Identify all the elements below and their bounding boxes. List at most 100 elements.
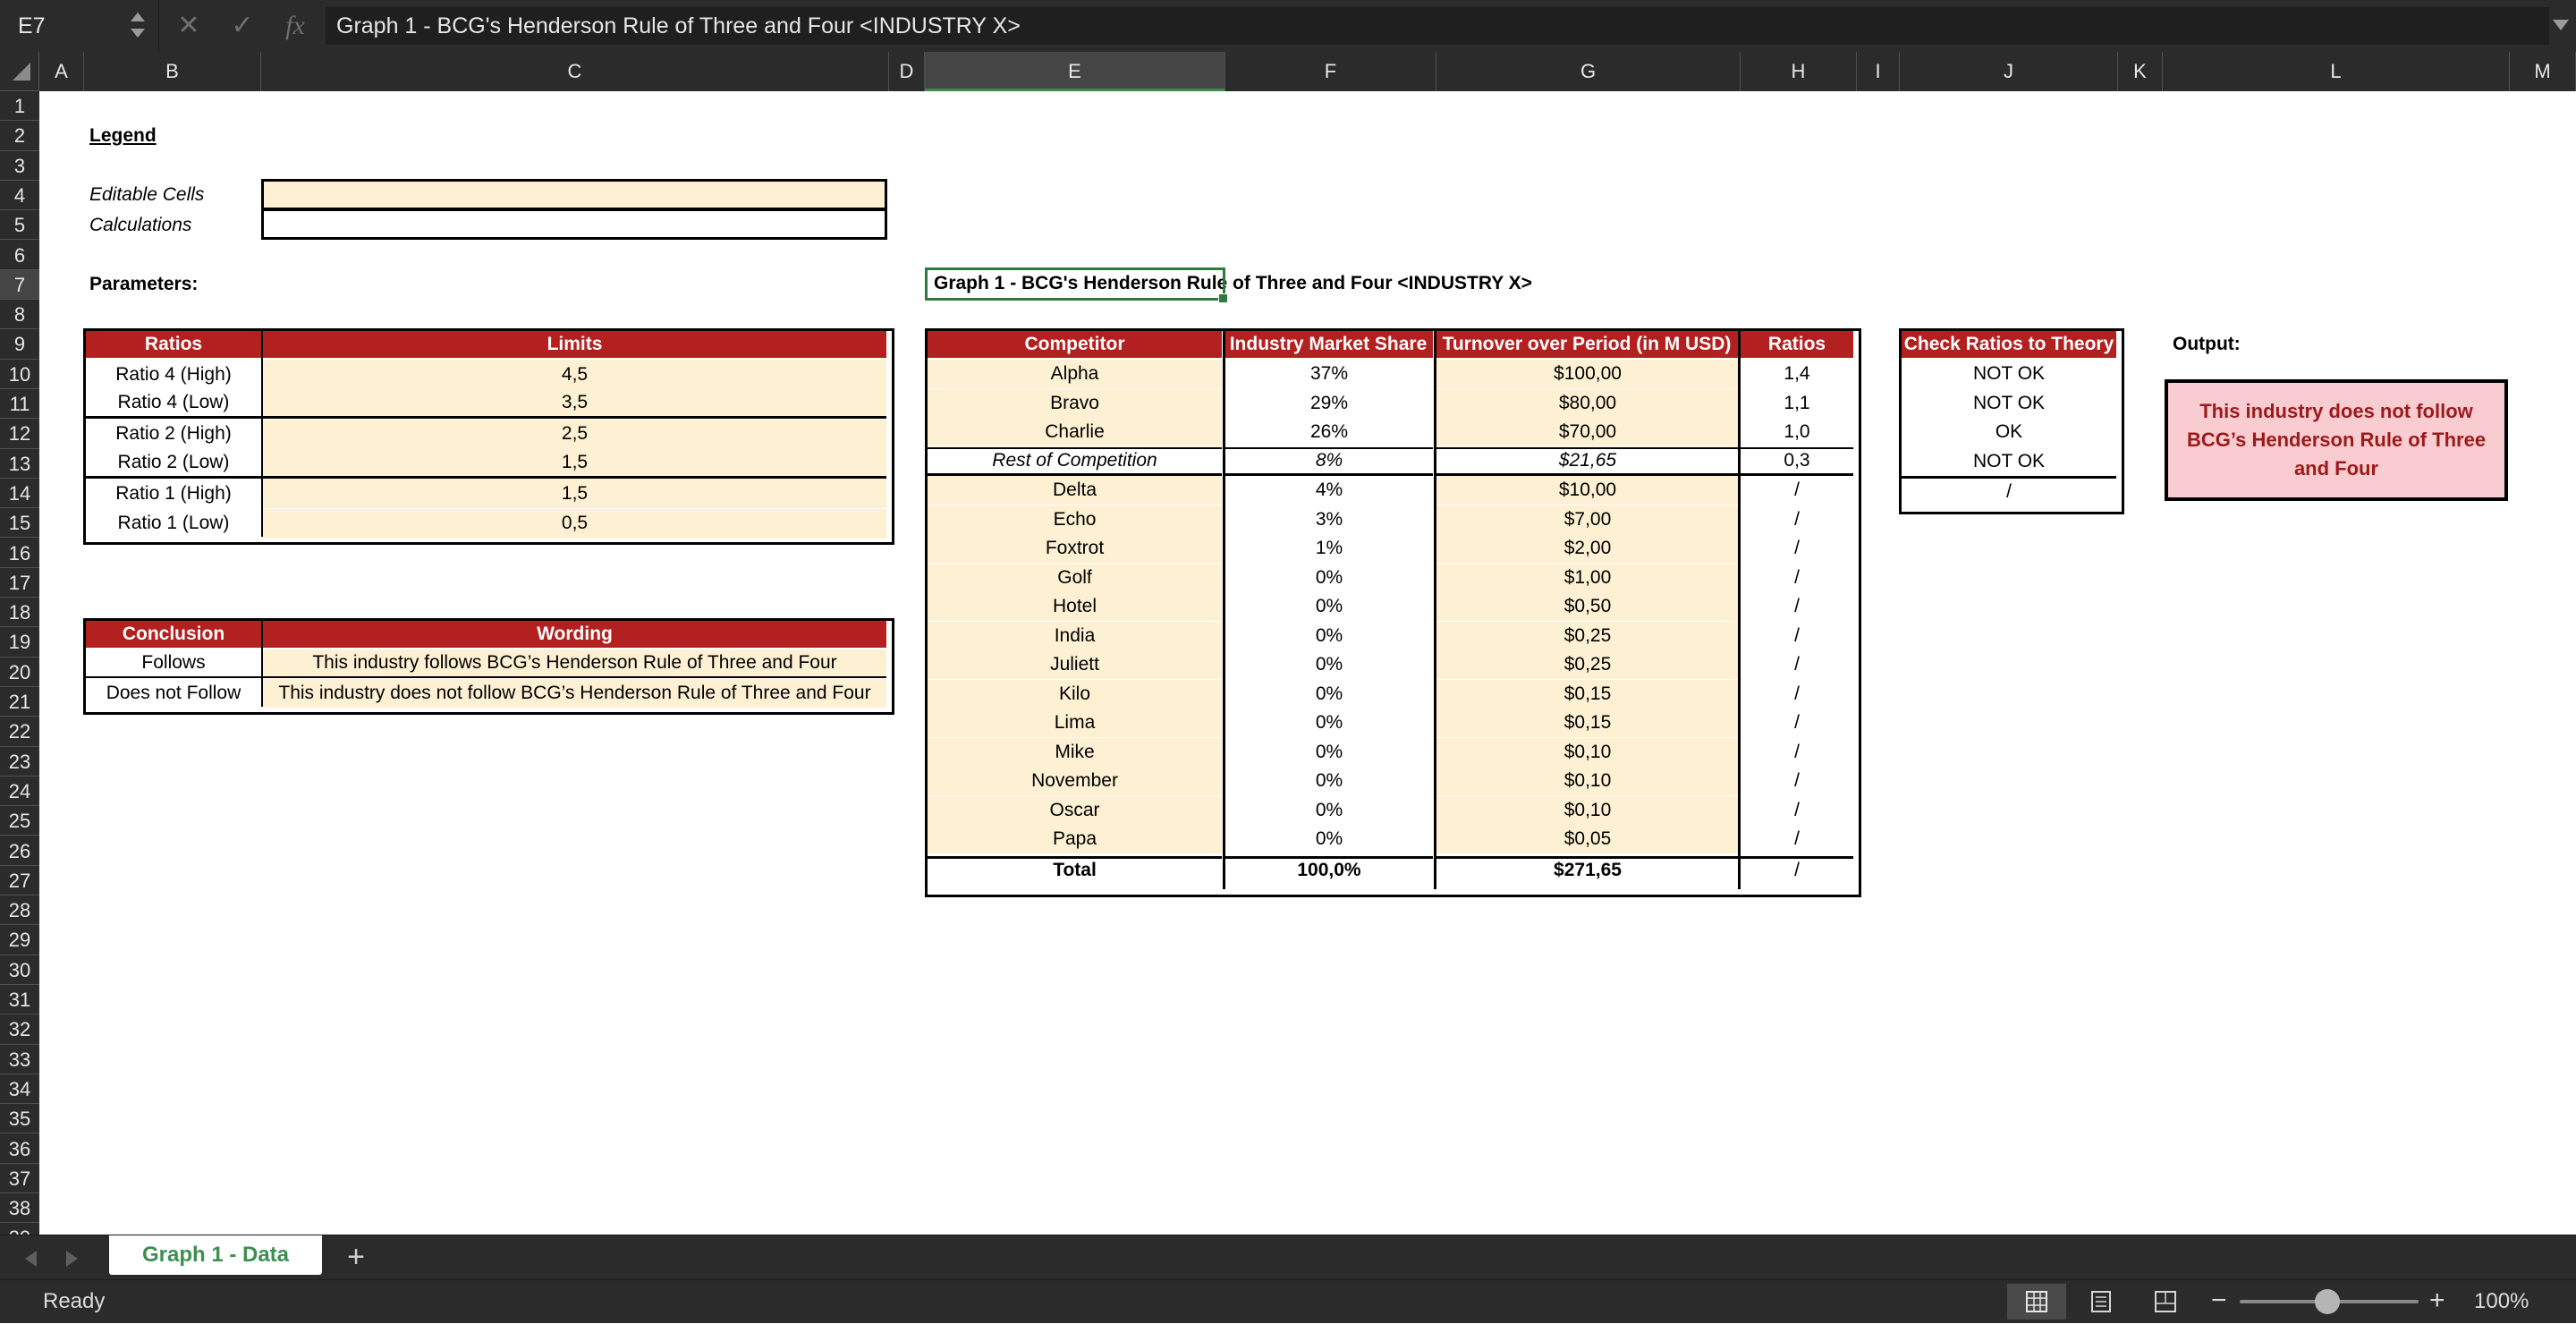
turnover-input[interactable]: $0,10 bbox=[1436, 737, 1739, 767]
fill-handle[interactable] bbox=[1218, 293, 1228, 303]
row-header-30[interactable]: 30 bbox=[0, 955, 39, 985]
parameter-limit-input[interactable]: 2,5 bbox=[263, 419, 886, 449]
turnover-input[interactable]: $7,00 bbox=[1436, 505, 1739, 534]
graph-title[interactable]: Graph 1 - BCG's Henderson Rule of Three … bbox=[928, 267, 1644, 300]
column-header-b[interactable]: B bbox=[84, 52, 261, 91]
row-header-3[interactable]: 3 bbox=[0, 151, 39, 181]
competitor-name[interactable]: Oscar bbox=[928, 795, 1222, 825]
row-header-34[interactable]: 34 bbox=[0, 1074, 39, 1105]
page-layout-view-button[interactable] bbox=[2072, 1284, 2131, 1320]
checkmark-icon[interactable]: ✓ bbox=[227, 0, 258, 52]
column-header-f[interactable]: F bbox=[1225, 52, 1436, 91]
competitor-name[interactable]: Papa bbox=[928, 825, 1222, 853]
competitor-name[interactable]: Kilo bbox=[928, 679, 1222, 709]
zoom-out-button[interactable]: − bbox=[2211, 1280, 2227, 1321]
row-header-19[interactable]: 19 bbox=[0, 627, 39, 658]
row-header-11[interactable]: 11 bbox=[0, 389, 39, 420]
column-header-j[interactable]: J bbox=[1900, 52, 2118, 91]
row-header-21[interactable]: 21 bbox=[0, 687, 39, 717]
column-header-k[interactable]: K bbox=[2118, 52, 2163, 91]
competitor-name[interactable]: Golf bbox=[928, 563, 1222, 592]
row-header-16[interactable]: 16 bbox=[0, 539, 39, 568]
name-box-stepper[interactable] bbox=[129, 9, 147, 43]
turnover-input[interactable]: $0,10 bbox=[1436, 795, 1739, 825]
row-header-15[interactable]: 15 bbox=[0, 508, 39, 539]
row-header-22[interactable]: 22 bbox=[0, 717, 39, 747]
turnover-input[interactable]: $2,00 bbox=[1436, 534, 1739, 563]
competitor-name[interactable]: Echo bbox=[928, 505, 1222, 534]
row-header-8[interactable]: 8 bbox=[0, 300, 39, 330]
column-header-i[interactable]: I bbox=[1857, 52, 1900, 91]
turnover-input[interactable]: $0,05 bbox=[1436, 825, 1739, 853]
row-header-10[interactable]: 10 bbox=[0, 360, 39, 389]
function-icon[interactable]: fx bbox=[279, 0, 311, 52]
output-result[interactable]: This industry does not follow BCG’s Hend… bbox=[2165, 379, 2508, 501]
competitor-name[interactable]: Hotel bbox=[928, 592, 1222, 621]
row-header-37[interactable]: 37 bbox=[0, 1164, 39, 1194]
column-header-m[interactable]: M bbox=[2510, 52, 2576, 91]
row-header-26[interactable]: 26 bbox=[0, 836, 39, 866]
row-header-25[interactable]: 25 bbox=[0, 806, 39, 836]
row-header-12[interactable]: 12 bbox=[0, 419, 39, 449]
competitor-name[interactable]: Alpha bbox=[928, 360, 1222, 388]
parameter-limit-input[interactable]: 4,5 bbox=[263, 360, 886, 389]
turnover-input[interactable]: $100,00 bbox=[1436, 360, 1739, 388]
column-header-g[interactable]: G bbox=[1436, 52, 1741, 91]
column-header-c[interactable]: C bbox=[261, 52, 889, 91]
competitor-name[interactable]: Delta bbox=[928, 476, 1222, 505]
row-header-31[interactable]: 31 bbox=[0, 985, 39, 1015]
turnover-input[interactable]: $80,00 bbox=[1436, 388, 1739, 418]
conclusion-wording-input[interactable]: This industry follows BCG’s Henderson Ru… bbox=[263, 649, 886, 678]
row-header-13[interactable]: 13 bbox=[0, 449, 39, 479]
row-header-36[interactable]: 36 bbox=[0, 1134, 39, 1164]
row-header-38[interactable]: 38 bbox=[0, 1193, 39, 1224]
parameter-limit-input[interactable]: 3,5 bbox=[263, 389, 886, 420]
column-header-d[interactable]: D bbox=[889, 52, 925, 91]
row-header-5[interactable]: 5 bbox=[0, 210, 39, 241]
sheet-cells[interactable]: Legend Editable Cells Calculations Param… bbox=[39, 91, 2576, 1235]
competitor-name[interactable]: Juliett bbox=[928, 650, 1222, 679]
turnover-input[interactable]: $0,15 bbox=[1436, 679, 1739, 709]
select-all-button[interactable] bbox=[0, 52, 39, 91]
row-header-23[interactable]: 23 bbox=[0, 747, 39, 777]
page-break-view-button[interactable] bbox=[2136, 1284, 2195, 1320]
turnover-input[interactable]: $0,25 bbox=[1436, 650, 1739, 679]
zoom-slider-thumb[interactable] bbox=[2315, 1289, 2340, 1314]
parameter-limit-input[interactable]: 1,5 bbox=[263, 448, 886, 479]
legend-editable-swatch[interactable] bbox=[261, 179, 887, 210]
previous-sheet-icon[interactable] bbox=[25, 1251, 37, 1267]
column-header-a[interactable]: A bbox=[39, 52, 84, 91]
row-header-2[interactable]: 2 bbox=[0, 121, 39, 151]
parameter-limit-input[interactable]: 1,5 bbox=[263, 479, 886, 509]
row-header-6[interactable]: 6 bbox=[0, 241, 39, 270]
competitor-name[interactable]: November bbox=[928, 767, 1222, 795]
row-header-17[interactable]: 17 bbox=[0, 568, 39, 598]
column-header-l[interactable]: L bbox=[2163, 52, 2510, 91]
row-header-24[interactable]: 24 bbox=[0, 777, 39, 807]
turnover-input[interactable]: $0,50 bbox=[1436, 592, 1739, 621]
competitor-name[interactable]: Mike bbox=[928, 737, 1222, 767]
row-header-39[interactable]: 39 bbox=[0, 1223, 39, 1235]
turnover-input[interactable]: $70,00 bbox=[1436, 418, 1739, 446]
competitor-name[interactable]: Bravo bbox=[928, 388, 1222, 418]
row-header-4[interactable]: 4 bbox=[0, 181, 39, 211]
row-header-29[interactable]: 29 bbox=[0, 925, 39, 955]
row-header-14[interactable]: 14 bbox=[0, 479, 39, 509]
column-header-h[interactable]: H bbox=[1741, 52, 1857, 91]
normal-view-button[interactable] bbox=[2007, 1284, 2066, 1320]
competitor-name[interactable]: India bbox=[928, 621, 1222, 650]
row-header-7[interactable]: 7 bbox=[0, 269, 39, 301]
turnover-input[interactable]: $0,15 bbox=[1436, 709, 1739, 737]
zoom-level[interactable]: 100% bbox=[2474, 1280, 2529, 1323]
row-header-28[interactable]: 28 bbox=[0, 895, 39, 926]
row-header-33[interactable]: 33 bbox=[0, 1045, 39, 1074]
sheet-tab-graph-1-data[interactable]: Graph 1 - Data bbox=[109, 1235, 322, 1275]
conclusion-wording-input[interactable]: This industry does not follow BCG’s Hend… bbox=[263, 679, 886, 709]
parameter-limit-input[interactable]: 0,5 bbox=[263, 508, 886, 539]
zoom-in-button[interactable]: + bbox=[2429, 1280, 2445, 1321]
turnover-input[interactable]: $1,00 bbox=[1436, 563, 1739, 592]
expand-formula-bar-icon[interactable] bbox=[2553, 20, 2569, 30]
close-icon[interactable]: ✕ bbox=[175, 0, 202, 52]
competitor-name[interactable]: Foxtrot bbox=[928, 534, 1222, 563]
legend-calculations-swatch[interactable] bbox=[261, 208, 887, 240]
